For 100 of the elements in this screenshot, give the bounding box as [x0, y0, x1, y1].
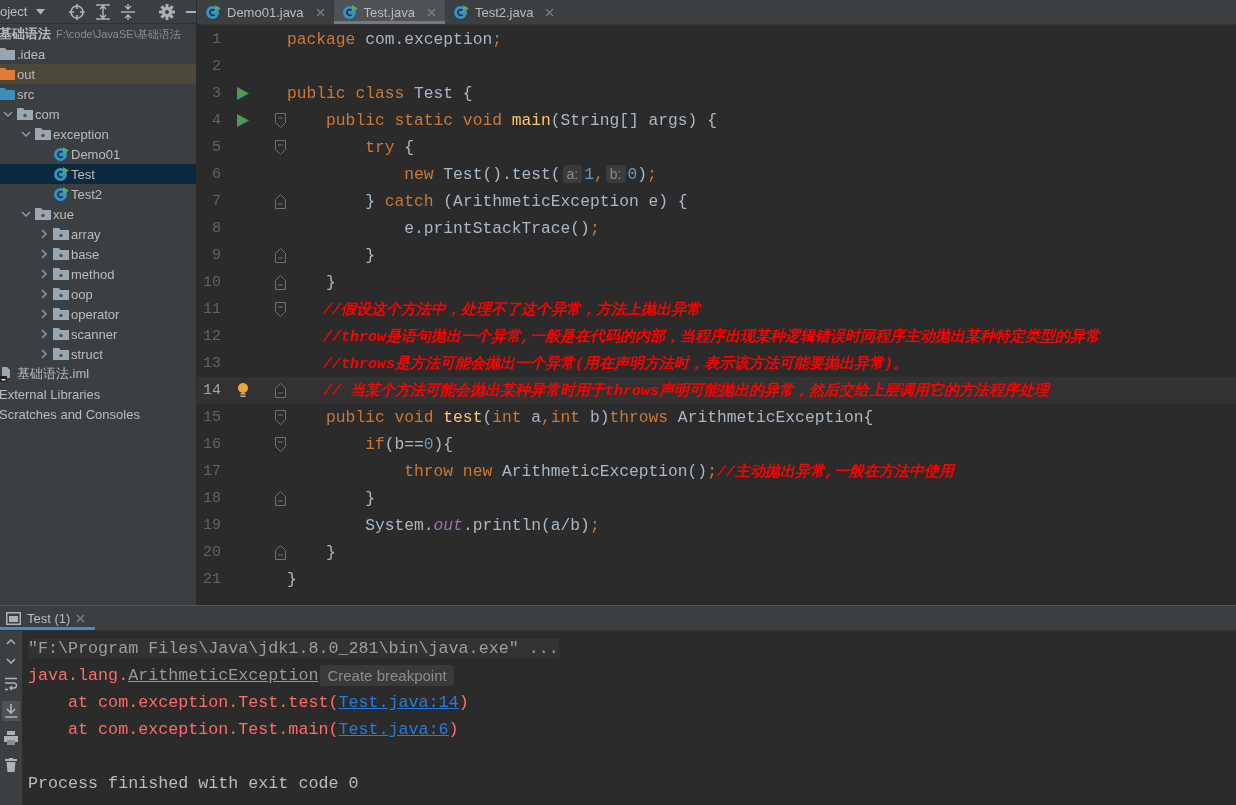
- close-icon[interactable]: [76, 613, 86, 623]
- chevron-down-icon[interactable]: [3, 109, 13, 119]
- line-number: 20: [202, 544, 221, 561]
- source-link[interactable]: Test.java:6: [338, 720, 449, 739]
- line-number: 7: [211, 193, 221, 210]
- scroll-to-end-icon[interactable]: [5, 704, 17, 718]
- code-line: //throws是方法可能会抛出一个异常(用在声明方法时，表示该方法可能要抛出异常)。: [322, 354, 909, 373]
- tree-item[interactable]: Test: [0, 164, 196, 184]
- breakpoint-hint[interactable]: Create breakpoint: [320, 665, 454, 686]
- chevron-right-icon[interactable]: [39, 229, 49, 239]
- tree-item[interactable]: Demo01: [0, 144, 196, 164]
- line-number: 21: [202, 571, 221, 588]
- tree-item[interactable]: 基础语法.iml: [0, 364, 196, 384]
- line-number: 8: [211, 220, 221, 237]
- console-icon: [6, 611, 21, 625]
- fold-icon[interactable]: [274, 248, 286, 263]
- tree-item[interactable]: struct: [0, 344, 196, 364]
- code-line: } catch (ArithmeticException e) {: [364, 192, 688, 211]
- run-tab[interactable]: Test (1): [0, 606, 96, 630]
- line-number: 12: [202, 328, 221, 345]
- trash-icon[interactable]: [5, 758, 17, 772]
- fold-icon[interactable]: [274, 194, 286, 209]
- class-file-icon: [53, 146, 69, 162]
- chevron-right-icon[interactable]: [39, 289, 49, 299]
- chevron-right-icon[interactable]: [39, 329, 49, 339]
- run-icon[interactable]: [237, 114, 249, 127]
- fold-icon[interactable]: [274, 140, 286, 155]
- settings-icon[interactable]: [159, 3, 176, 20]
- console-line: at com.exception.Test.test(Test.java:14): [67, 693, 469, 712]
- line-number: 17: [202, 463, 221, 480]
- print-icon[interactable]: [4, 731, 18, 745]
- line-number: 19: [202, 517, 221, 534]
- code-line: public static void main(String[] args) {: [325, 111, 717, 130]
- project-view-dropdown[interactable]: oject: [0, 0, 50, 23]
- package-folder-icon: [53, 247, 69, 261]
- tree-item[interactable]: Test2: [0, 184, 196, 204]
- class-file-icon: [205, 4, 221, 20]
- tree-item[interactable]: operator: [0, 304, 196, 324]
- chevron-right-icon[interactable]: [39, 309, 49, 319]
- expand-all-icon[interactable]: [96, 3, 111, 20]
- chevron-down-icon[interactable]: [21, 209, 31, 219]
- fold-icon[interactable]: [274, 302, 286, 317]
- tree-item[interactable]: Scratches and Consoles: [0, 404, 196, 424]
- package-folder-icon: [53, 267, 69, 281]
- fold-icon[interactable]: [274, 383, 286, 398]
- line-number: 3: [211, 85, 221, 102]
- caret-down-icon: [36, 8, 46, 15]
- tree-item[interactable]: xue: [0, 204, 196, 224]
- run-icon[interactable]: [237, 87, 249, 100]
- line-number: 18: [202, 490, 221, 507]
- tree-item[interactable]: method: [0, 264, 196, 284]
- code-line: System.out.println(a/b);: [364, 516, 600, 535]
- chevron-right-icon[interactable]: [39, 349, 49, 359]
- console-line: java.lang.ArithmeticException: [28, 666, 319, 685]
- fold-icon[interactable]: [274, 437, 286, 452]
- chevron-right-icon[interactable]: [39, 269, 49, 279]
- editor-tab[interactable]: Demo01.java: [197, 0, 334, 24]
- code-line: //throw是语句抛出一个异常,一般是在代码的内部，当程序出现某种逻辑错误时同程序主动抛出某种特定类型的异常: [322, 327, 1101, 346]
- package-folder-icon: [17, 107, 33, 121]
- line-number: 5: [211, 139, 221, 156]
- lightbulb-icon[interactable]: [238, 383, 248, 398]
- fold-icon[interactable]: [274, 275, 286, 290]
- tree-item[interactable]: com: [0, 104, 196, 124]
- folder-icon: [0, 47, 15, 61]
- editor-tab[interactable]: Test.java: [333, 0, 445, 24]
- soft-wrap-icon[interactable]: [5, 677, 17, 691]
- source-link[interactable]: Test.java:14: [338, 693, 459, 712]
- code-line: }: [287, 570, 297, 589]
- package-folder-icon: [35, 207, 51, 221]
- minimize-icon[interactable]: [186, 10, 196, 13]
- code-line: if(b==0){: [364, 435, 454, 454]
- tree-item[interactable]: src: [0, 84, 196, 104]
- line-number: 1: [211, 31, 221, 48]
- tree-item[interactable]: .idea: [0, 44, 196, 64]
- tree-item[interactable]: oop: [0, 284, 196, 304]
- tree-item[interactable]: array: [0, 224, 196, 244]
- editor-tab[interactable]: Test2.java: [444, 0, 564, 24]
- tree-item[interactable]: out: [0, 64, 196, 84]
- tree-item[interactable]: base: [0, 244, 196, 264]
- crosshair-icon[interactable]: [69, 3, 86, 20]
- code-line: package com.exception;: [287, 30, 502, 49]
- tree-item[interactable]: exception: [0, 124, 196, 144]
- fold-icon[interactable]: [274, 491, 286, 506]
- tree-item[interactable]: External Libraries: [0, 384, 196, 404]
- package-folder-icon: [53, 227, 69, 241]
- chevron-down-icon[interactable]: [21, 129, 31, 139]
- fold-icon[interactable]: [274, 410, 286, 425]
- tree-item[interactable]: scanner: [0, 324, 196, 344]
- chevron-right-icon[interactable]: [39, 249, 49, 259]
- class-file-icon: [341, 4, 358, 20]
- line-number: 10: [202, 274, 221, 291]
- package-folder-icon: [53, 327, 69, 341]
- code-line: //假设这个方法中，处理不了这个异常，方法上抛出异常: [322, 300, 701, 319]
- close-icon[interactable]: [545, 7, 555, 17]
- close-icon[interactable]: [315, 7, 325, 17]
- class-file-icon: [53, 166, 69, 182]
- collapse-all-icon[interactable]: [121, 3, 136, 20]
- code-line: public class Test {: [287, 84, 473, 103]
- fold-icon[interactable]: [274, 545, 286, 560]
- fold-icon[interactable]: [274, 113, 286, 128]
